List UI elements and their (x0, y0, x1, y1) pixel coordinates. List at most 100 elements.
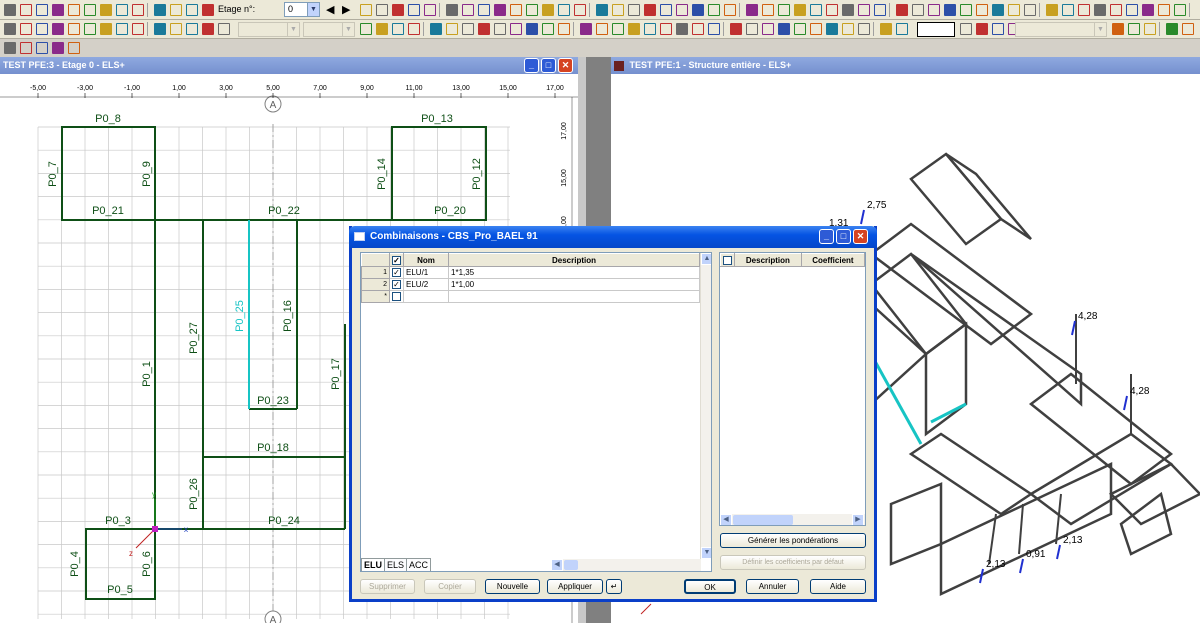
toolbar-tool-icon[interactable] (52, 4, 64, 16)
toolbar-tool-icon[interactable] (644, 4, 656, 16)
toolbar-tool-icon[interactable] (558, 4, 570, 16)
row-nom[interactable] (403, 290, 449, 303)
toolbar-tool-icon[interactable] (574, 4, 586, 16)
toolbar-tool-icon[interactable] (446, 4, 458, 16)
chevron-down-icon[interactable]: ▼ (307, 3, 319, 16)
toolbar-tool-icon[interactable] (408, 4, 420, 16)
toolbar-tool-icon[interactable] (880, 23, 892, 35)
toolbar-tool-icon[interactable] (360, 4, 372, 16)
toolbar-tool-icon[interactable] (558, 23, 570, 35)
toolbar-tool-icon[interactable] (68, 4, 80, 16)
toolbar-tool-icon[interactable] (692, 23, 704, 35)
value-field[interactable] (917, 22, 955, 37)
toolbar-tool-icon[interactable] (20, 42, 32, 54)
toolbar-tool-icon[interactable] (510, 23, 522, 35)
grid-horizontal-scrollbar[interactable]: ◀ (551, 559, 701, 571)
toolbar-tool-icon[interactable] (762, 4, 774, 16)
toolbar-tool-icon[interactable] (1008, 4, 1020, 16)
toolbar-tool-icon[interactable] (660, 4, 672, 16)
close-button[interactable]: ✕ (558, 58, 573, 73)
toolbar-tool-icon[interactable] (462, 4, 474, 16)
coefficients-grid[interactable]: Description Coefficient ◀ ▶ (719, 252, 866, 526)
dialog-close-button[interactable]: ✕ (853, 229, 868, 244)
toolbar-tool-icon[interactable] (52, 42, 64, 54)
toolbar-tool-icon[interactable] (810, 23, 822, 35)
toolbar-tool-icon[interactable] (52, 23, 64, 35)
toolbar-tool-icon[interactable] (1110, 4, 1122, 16)
tab-acc[interactable]: ACC (406, 558, 432, 571)
coef-header-check[interactable] (720, 253, 735, 267)
tab-elu[interactable]: ELU (361, 558, 385, 571)
toolbar-tool-icon[interactable] (928, 4, 940, 16)
chevron-down-icon[interactable]: ▼ (287, 23, 299, 36)
toolbar-tool-icon[interactable] (542, 4, 554, 16)
aide-button[interactable]: Aide (810, 579, 866, 594)
toolbar-tool-icon[interactable] (100, 4, 112, 16)
dialog-minimize-button[interactable]: _ (819, 229, 834, 244)
scroll-thumb[interactable] (564, 560, 578, 570)
toolbar-tool-icon[interactable] (676, 23, 688, 35)
header-nom[interactable]: Nom (403, 253, 449, 267)
scroll-thumb[interactable] (733, 515, 793, 525)
row-checkbox[interactable] (389, 290, 404, 303)
checkbox-checked-icon[interactable]: ✓ (392, 280, 401, 290)
table-row[interactable]: 1 ✓ ELU/1 1*1,35 (361, 266, 700, 279)
checkbox-icon[interactable] (723, 255, 732, 265)
toolbar-tool-icon[interactable] (676, 4, 688, 16)
toolbar-tool-icon[interactable] (746, 23, 758, 35)
etage-select[interactable]: 0 ▼ (284, 2, 320, 17)
toolbar-tool-icon[interactable] (944, 4, 956, 16)
checkbox-checked-icon[interactable]: ✓ (392, 268, 401, 278)
supprimer-button[interactable]: Supprimer (360, 579, 415, 594)
toolbar-tool-icon[interactable] (960, 4, 972, 16)
toolbar-tool-icon[interactable] (408, 23, 420, 35)
layer-select[interactable]: ▼ (238, 22, 300, 37)
toolbar-tool-icon[interactable] (1144, 23, 1156, 35)
toolbar-tool-icon[interactable] (842, 4, 854, 16)
maximize-button[interactable]: □ (541, 58, 556, 73)
toolbar-tool-icon[interactable] (170, 4, 182, 16)
toolbar-tool-icon[interactable] (4, 4, 16, 16)
scroll-up-icon[interactable]: ▲ (701, 253, 711, 265)
nouvelle-button[interactable]: Nouvelle (485, 579, 540, 594)
toolbar-tool-icon[interactable] (116, 23, 128, 35)
toolbar-tool-icon[interactable] (4, 42, 16, 54)
toolbar-tool-icon[interactable] (376, 4, 388, 16)
toolbar-tool-icon[interactable] (1112, 23, 1124, 35)
toolbar-tool-icon[interactable] (68, 42, 80, 54)
toolbar-tool-icon[interactable] (1024, 4, 1036, 16)
toolbar-tool-icon[interactable] (826, 4, 838, 16)
toolbar-tool-icon[interactable] (1094, 4, 1106, 16)
toolbar-tool-icon[interactable] (992, 23, 1004, 35)
toolbar-tool-icon[interactable] (858, 23, 870, 35)
appliquer-button[interactable]: Appliquer (547, 579, 603, 594)
apply-enter-icon[interactable]: ↵ (606, 579, 622, 594)
toolbar-tool-icon[interactable] (186, 23, 198, 35)
header-check[interactable]: ✓ (389, 253, 404, 267)
toolbar-tool-icon[interactable] (542, 23, 554, 35)
tab-els[interactable]: ELS (384, 558, 408, 571)
toolbar-tool-icon[interactable] (960, 23, 972, 35)
toolbar-tool-icon[interactable] (730, 23, 742, 35)
toolbar-tool-icon[interactable] (692, 4, 704, 16)
copier-button[interactable]: Copier (424, 579, 476, 594)
toolbar-tool-icon[interactable] (976, 4, 988, 16)
toolbar-tool-icon[interactable] (1174, 4, 1186, 16)
toolbar-tool-icon[interactable] (778, 23, 790, 35)
toolbar-tool-icon[interactable] (708, 23, 720, 35)
toolbar-tool-icon[interactable] (218, 23, 230, 35)
toolbar-tool-icon[interactable] (1126, 4, 1138, 16)
toolbar-tool-icon[interactable] (746, 4, 758, 16)
element-select[interactable]: ▼ (303, 22, 355, 37)
toolbar-tool-icon[interactable] (376, 23, 388, 35)
toolbar-tool-icon[interactable] (478, 4, 490, 16)
toolbar-tool-icon[interactable] (360, 23, 372, 35)
toolbar-tool-icon[interactable] (202, 23, 214, 35)
row-number[interactable]: 2 (361, 278, 390, 291)
toolbar-tool-icon[interactable] (660, 23, 672, 35)
toolbar-tool-icon[interactable] (84, 23, 96, 35)
toolbar-tool-icon[interactable] (794, 4, 806, 16)
toolbar-tool-icon[interactable] (644, 23, 656, 35)
toolbar-tool-icon[interactable] (478, 23, 490, 35)
toolbar-tool-icon[interactable] (494, 23, 506, 35)
